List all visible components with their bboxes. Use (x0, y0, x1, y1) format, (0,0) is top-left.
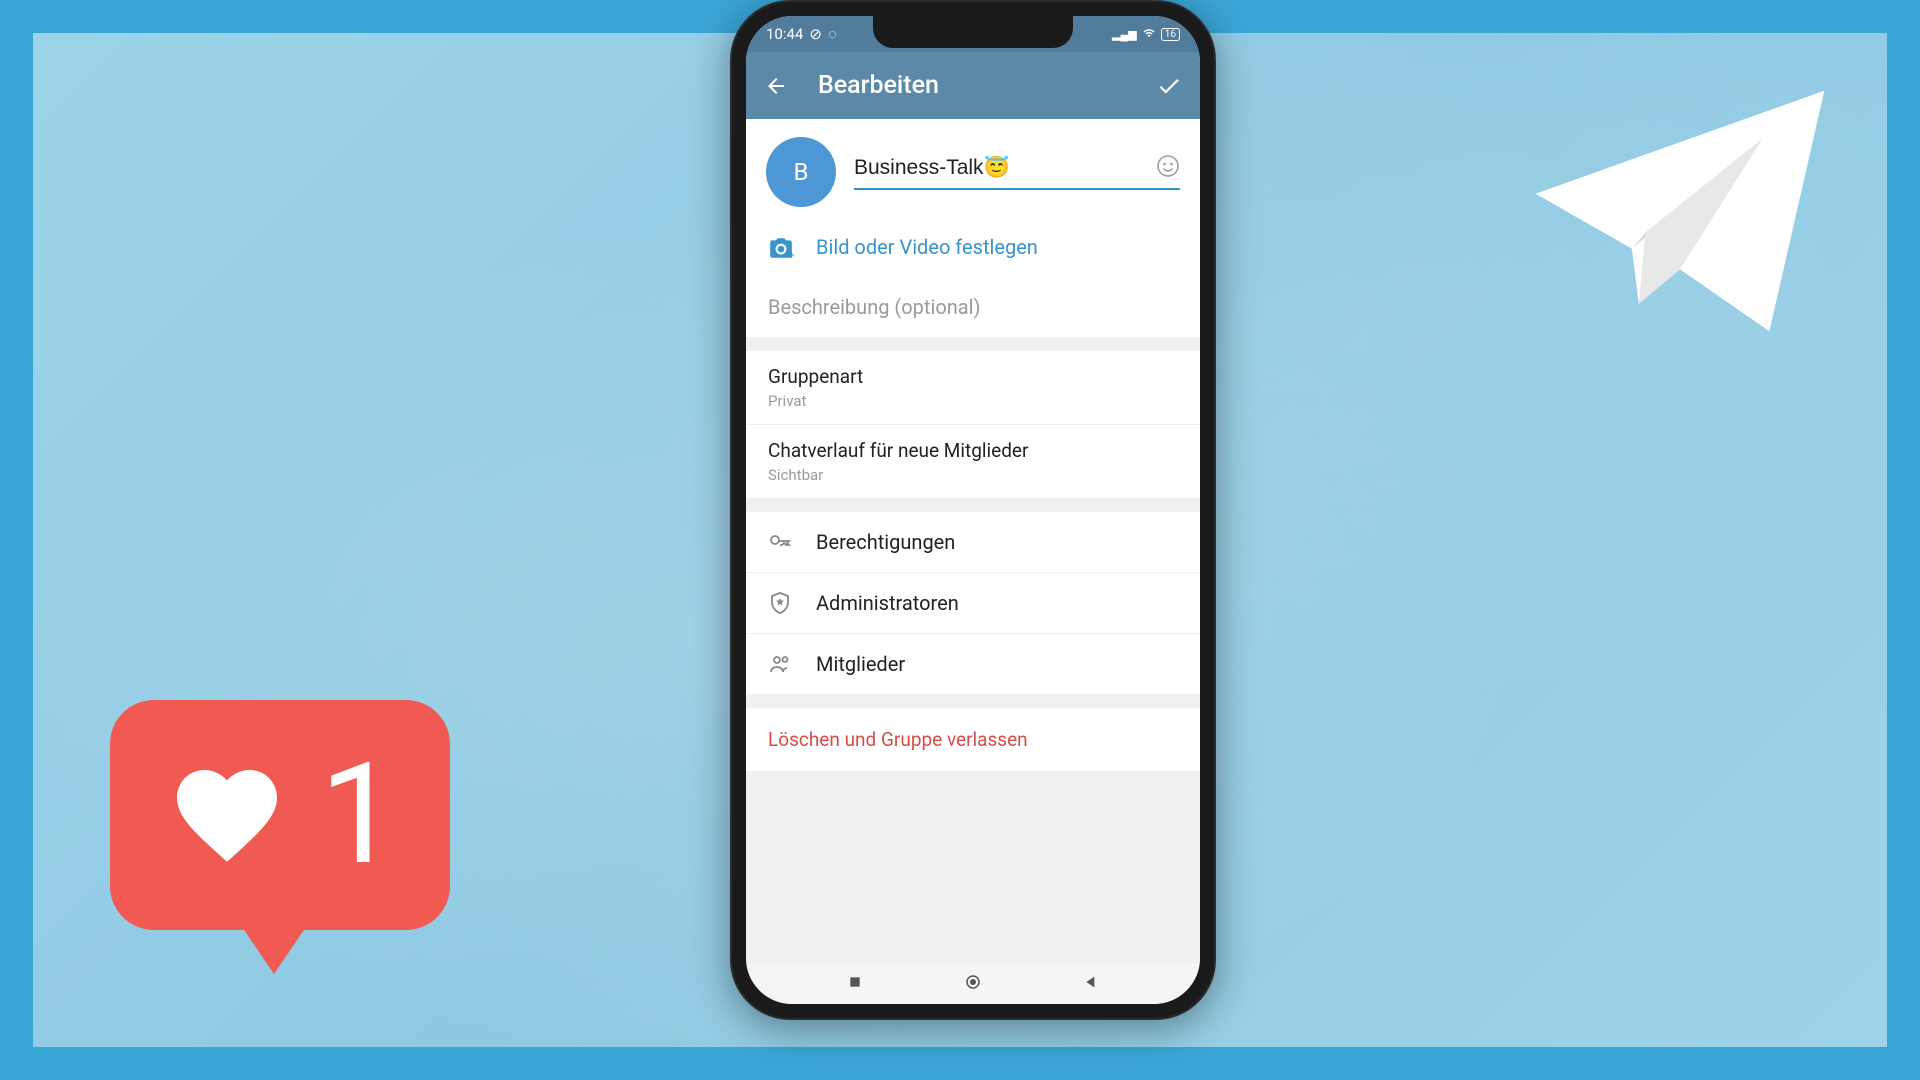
alarm-off-icon: ⊘ (809, 25, 822, 43)
phone-notch (873, 16, 1073, 48)
like-count: 1 (320, 745, 399, 885)
emoji-picker-icon[interactable] (1156, 154, 1180, 182)
phone-frame: 10:44 ⊘ ◌ ▂▄▆ 16 Bearbeiten (730, 0, 1216, 1020)
recent-apps-icon[interactable] (847, 974, 863, 994)
back-nav-icon[interactable] (1083, 974, 1099, 994)
chat-history-row[interactable]: Chatverlauf für neue Mitglieder Sichtbar (746, 425, 1200, 498)
heart-icon (162, 755, 292, 875)
delete-leave-label: Löschen und Gruppe verlassen (768, 728, 1028, 751)
shield-icon (768, 591, 792, 615)
status-time: 10:44 (766, 25, 803, 43)
group-name-input[interactable] (854, 156, 1156, 180)
group-avatar[interactable]: B (766, 137, 836, 207)
camera-icon: + (768, 235, 792, 259)
admins-label: Administratoren (816, 591, 959, 615)
set-media-button[interactable]: + Bild oder Video festlegen (746, 217, 1200, 277)
wifi-icon (1142, 27, 1156, 42)
group-settings-card: Gruppenart Privat Chatverlauf für neue M… (746, 351, 1200, 498)
description-input[interactable]: Beschreibung (optional) (746, 277, 1200, 337)
chat-history-label: Chatverlauf für neue Mitglieder (768, 439, 1178, 462)
group-type-value: Privat (768, 392, 1178, 410)
name-input-wrap (854, 154, 1180, 190)
members-row[interactable]: Mitglieder (746, 634, 1200, 694)
chat-history-value: Sichtbar (768, 466, 1178, 484)
header-title: Bearbeiten (818, 71, 1156, 100)
danger-card: Löschen und Gruppe verlassen (746, 708, 1200, 771)
group-type-row[interactable]: Gruppenart Privat (746, 351, 1200, 425)
back-icon[interactable] (764, 74, 788, 98)
group-type-label: Gruppenart (768, 365, 1178, 388)
app-header: Bearbeiten (746, 52, 1200, 119)
android-nav-bar (746, 964, 1200, 1004)
group-name-row: B (746, 119, 1200, 217)
telegram-logo-icon (1515, 70, 1845, 360)
phone-screen: 10:44 ⊘ ◌ ▂▄▆ 16 Bearbeiten (746, 16, 1200, 1004)
whatsapp-icon: ◌ (828, 25, 837, 43)
members-icon (768, 652, 792, 676)
set-media-label: Bild oder Video festlegen (816, 235, 1038, 259)
avatar-letter: B (794, 158, 809, 186)
like-bubble: 1 (110, 700, 450, 930)
svg-text:+: + (789, 249, 794, 261)
members-label: Mitglieder (816, 652, 905, 676)
permissions-label: Berechtigungen (816, 530, 955, 554)
signal-icon: ▂▄▆ (1112, 28, 1137, 41)
description-placeholder: Beschreibung (optional) (768, 295, 980, 319)
screen-content: B + Bild oder Video festlegen (746, 119, 1200, 964)
home-icon[interactable] (964, 973, 982, 995)
battery-icon: 16 (1161, 28, 1180, 41)
group-actions-card: Berechtigungen Administratoren Mitgliede… (746, 512, 1200, 694)
confirm-icon[interactable] (1156, 73, 1182, 99)
key-icon (768, 530, 792, 554)
group-info-card: B + Bild oder Video festlegen (746, 119, 1200, 337)
permissions-row[interactable]: Berechtigungen (746, 512, 1200, 573)
delete-leave-button[interactable]: Löschen und Gruppe verlassen (746, 708, 1200, 771)
admins-row[interactable]: Administratoren (746, 573, 1200, 634)
